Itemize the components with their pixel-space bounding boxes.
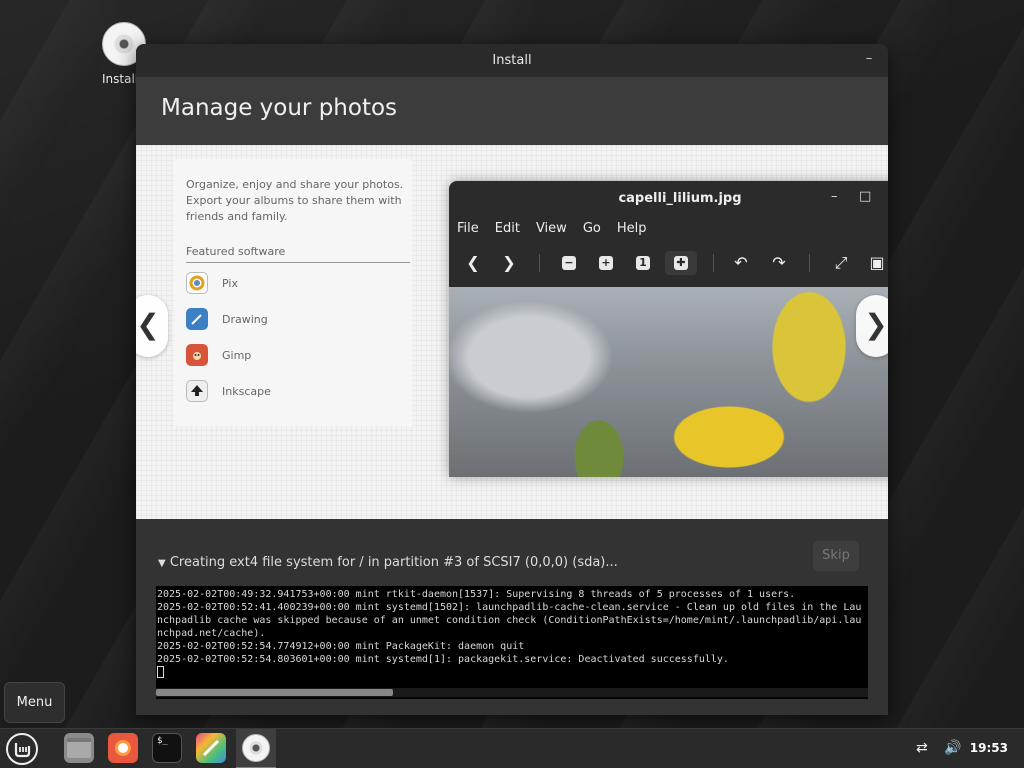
back-icon: ❮ xyxy=(466,253,480,272)
drawing-app-icon[interactable] xyxy=(196,733,226,763)
page-header: Manage your photos xyxy=(136,77,888,145)
terminal-icon[interactable]: $_ xyxy=(152,733,182,763)
menu-tooltip: Menu xyxy=(4,682,65,723)
viewer-menu-edit: Edit xyxy=(494,221,520,236)
next-slide-button[interactable]: ❯ xyxy=(856,295,888,357)
viewer-maximize-icon: □ xyxy=(859,189,872,204)
viewer-menu-file: File xyxy=(457,221,479,236)
install-log-terminal[interactable]: 2025-02-02T00:49:32.941753+00:00 mint rt… xyxy=(156,586,868,699)
taskbar-installer-active[interactable] xyxy=(236,729,276,768)
network-icon[interactable]: ⇄ xyxy=(916,740,928,756)
toolbar-separator xyxy=(713,254,714,272)
install-log-text: 2025-02-02T00:49:32.941753+00:00 mint rt… xyxy=(157,589,862,665)
fullscreen-icon: ⤢ xyxy=(834,253,848,272)
viewer-menu-help: Help xyxy=(616,221,647,236)
zoom-fit-icon: ✚ xyxy=(665,251,697,275)
app-item-drawing: Drawing xyxy=(186,307,268,331)
install-status-text: Creating ext4 file system for / in parti… xyxy=(169,555,618,570)
taskbar: $_ ⇄ 🔊 19:53 xyxy=(0,728,1024,768)
slide-description: Organize, enjoy and share your photos. E… xyxy=(186,178,404,223)
pix-icon xyxy=(186,272,208,294)
expander-triangle-icon: ▼ xyxy=(158,558,166,569)
viewer-minimize-icon: – xyxy=(831,189,838,204)
skip-button[interactable]: Skip xyxy=(813,541,859,571)
viewer-menu-view: View xyxy=(535,221,567,236)
mint-menu-icon[interactable] xyxy=(6,733,38,765)
toolbar-separator xyxy=(539,254,540,272)
zoom-in-icon: + xyxy=(594,251,618,275)
viewer-toolbar: ❮ ❯ − + 1 ✚ ↶ ↷ ⤢ ▣ xyxy=(457,251,888,277)
app-item-pix: Pix xyxy=(186,271,238,295)
window-title: Install xyxy=(492,53,532,68)
slide-info-panel: Organize, enjoy and share your photos. E… xyxy=(174,159,412,426)
app-label: Drawing xyxy=(222,312,268,326)
rotate-right-icon: ↷ xyxy=(772,253,786,272)
slideshow-icon: ▣ xyxy=(869,253,885,272)
app-label: Gimp xyxy=(222,348,252,362)
app-item-gimp: Gimp xyxy=(186,343,251,367)
zoom-out-icon: − xyxy=(557,251,581,275)
app-item-inkscape: Inkscape xyxy=(186,379,271,403)
rotate-left-icon: ↶ xyxy=(734,253,748,272)
files-icon[interactable] xyxy=(64,733,94,763)
terminal-horizontal-scrollbar[interactable] xyxy=(156,688,868,697)
progress-area: ▼ Creating ext4 file system for / in par… xyxy=(136,519,888,715)
viewer-menubar: File Edit View Go Help xyxy=(457,221,646,236)
page-title: Manage your photos xyxy=(161,95,398,121)
terminal-cursor xyxy=(157,666,164,678)
featured-software-heading: Featured software xyxy=(186,245,410,263)
window-titlebar[interactable]: Install – xyxy=(136,44,888,77)
volume-icon[interactable]: 🔊 xyxy=(944,740,961,756)
zoom-100-icon: 1 xyxy=(631,251,655,275)
app-label: Pix xyxy=(222,276,238,290)
forward-icon: ❯ xyxy=(502,253,516,272)
install-disc-icon xyxy=(242,734,270,762)
firefox-icon[interactable] xyxy=(108,733,138,763)
app-label: Inkscape xyxy=(222,384,271,398)
image-viewer-preview: capelli_lilium.jpg – □ File Edit View Go… xyxy=(449,181,888,477)
viewer-title: capelli_lilium.jpg xyxy=(618,191,742,206)
drawing-icon xyxy=(186,308,208,330)
gimp-icon xyxy=(186,344,208,366)
minimize-icon[interactable]: – xyxy=(862,52,876,66)
previous-slide-button[interactable]: ❮ xyxy=(136,295,168,357)
toolbar-separator xyxy=(809,254,810,272)
clock[interactable]: 19:53 xyxy=(970,741,1008,755)
slideshow: Organize, enjoy and share your photos. E… xyxy=(136,145,888,519)
scrollbar-thumb[interactable] xyxy=(156,689,393,696)
lily-photo xyxy=(449,287,888,477)
viewer-menu-go: Go xyxy=(582,221,601,236)
installer-window: Install – Manage your photos Organize, e… xyxy=(136,44,888,715)
inkscape-icon xyxy=(186,380,208,402)
install-status[interactable]: ▼ Creating ext4 file system for / in par… xyxy=(158,555,618,570)
